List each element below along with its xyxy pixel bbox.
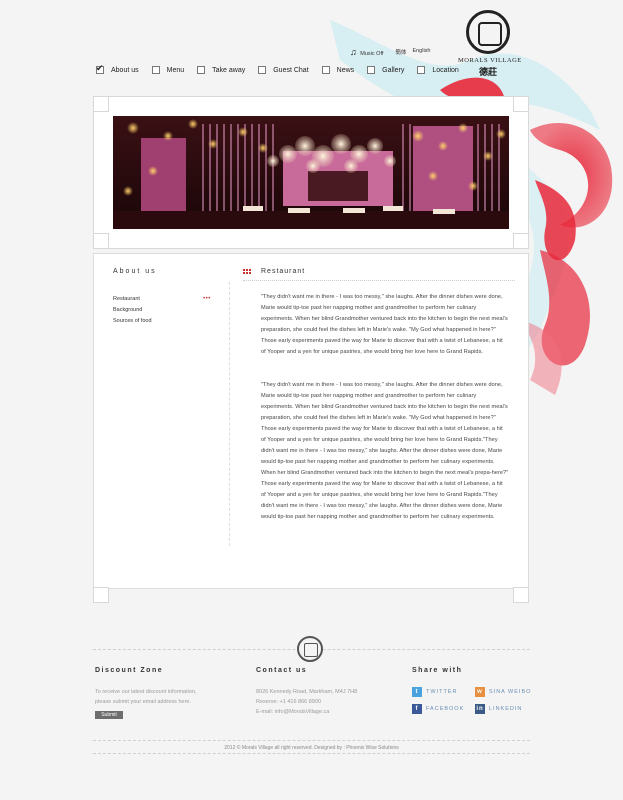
top-utility-bar: ♫ Music Off 簡体 English — [350, 47, 430, 57]
share-twitter[interactable]: t TWITTER — [412, 687, 457, 697]
body-paragraph: "They didn't want me in there - I was to… — [261, 382, 509, 520]
contact-info: 8026 Kennedy Road, Markham, M4J 7H8 Rese… — [256, 687, 357, 717]
frame-corner — [93, 587, 109, 603]
linkedin-icon: in — [475, 704, 485, 714]
sidebar-title: About us — [113, 268, 157, 275]
contact-us-title: Contact us — [256, 667, 308, 674]
discount-text: To receive our latest discount informati… — [95, 687, 197, 707]
nav-item-gallery[interactable]: Gallery — [367, 66, 404, 74]
nav-item-about-us[interactable]: About us — [96, 63, 139, 74]
discount-text-line: please submit your email address here. — [95, 699, 191, 705]
weibo-icon: w — [475, 687, 485, 697]
section-title: Restaurant — [261, 268, 306, 275]
checkbox-icon — [151, 66, 160, 74]
contact-email[interactable]: E-mail: info@MoralsVillage.ca — [256, 707, 357, 717]
twitter-icon: t — [412, 687, 422, 697]
language-switcher: 簡体 English — [395, 48, 430, 56]
share-with-title: Share with — [412, 667, 463, 674]
restaurant-interior-photo — [113, 116, 509, 229]
checkbox-icon — [417, 66, 426, 74]
nav-label: News — [336, 66, 355, 74]
footer-divider — [93, 740, 530, 741]
lang-chinese-link[interactable]: 簡体 — [395, 48, 406, 56]
nav-item-menu[interactable]: Menu — [151, 66, 185, 74]
share-label: SINA WEIBO — [489, 689, 532, 695]
share-label: FACEBOOK — [426, 706, 465, 712]
footer-divider — [93, 753, 530, 754]
submit-button[interactable]: Submit — [95, 711, 123, 719]
checkbox-icon — [258, 66, 267, 74]
nav-label: Gallery — [382, 66, 405, 74]
nav-label: Guest Chat — [273, 66, 309, 74]
share-label: TWITTER — [426, 689, 458, 695]
discount-text-line: To receive our latest discount informati… — [95, 689, 197, 695]
contact-phone: Reserve: +1 416 866 8900 — [256, 699, 321, 705]
lang-english-link[interactable]: English — [412, 48, 430, 56]
checkbox-icon — [321, 66, 330, 74]
checkbox-checked-icon — [96, 63, 104, 74]
nav-item-location[interactable]: Location — [417, 66, 459, 74]
nav-label: Location — [432, 66, 459, 74]
discount-zone-title: Discount Zone — [95, 667, 164, 674]
nav-label: About us — [111, 66, 139, 74]
body-paragraph: "They didn't want me in there - I was to… — [261, 294, 508, 355]
copyright-text: 2012 © Morals Village all right reserved… — [224, 745, 399, 751]
nav-label: Menu — [166, 66, 185, 74]
column-divider — [229, 282, 230, 546]
share-sina-weibo[interactable]: w SINA WEIBO — [475, 687, 531, 697]
frame-corner — [93, 233, 109, 249]
sidebar-item-sources-of-food[interactable]: Sources of food — [113, 318, 152, 329]
nav-label: Take away — [212, 66, 246, 74]
share-linkedin[interactable]: in LINKEDIN — [475, 704, 522, 714]
sidebar-item-background[interactable]: Background — [113, 307, 152, 318]
active-item-dots-icon: ••• — [203, 296, 211, 302]
nav-item-take-away[interactable]: Take away — [197, 66, 245, 74]
frame-corner — [513, 587, 529, 603]
contact-address: 8026 Kennedy Road, Markham, M4J 7H8 — [256, 689, 358, 695]
seal-logo-icon — [466, 10, 510, 54]
checkbox-icon — [197, 66, 206, 74]
section-grid-icon — [243, 269, 252, 275]
footer-seal-icon — [297, 636, 323, 662]
frame-corner — [513, 96, 529, 112]
share-facebook[interactable]: f FACEBOOK — [412, 704, 464, 714]
nav-item-news[interactable]: News — [321, 66, 355, 74]
facebook-icon: f — [412, 704, 422, 714]
checkbox-icon — [367, 66, 376, 74]
sidebar-links: Restaurant Background Sources of food — [113, 296, 152, 329]
share-label: LINKEDIN — [489, 706, 523, 712]
logo-name: MORALS VILLAGE — [458, 57, 522, 64]
sidebar-item-restaurant[interactable]: Restaurant — [113, 296, 152, 307]
music-note-icon: ♫ — [350, 47, 357, 57]
music-toggle-label: Music Off — [360, 51, 384, 57]
frame-corner — [93, 96, 109, 112]
section-divider — [243, 280, 515, 281]
nav-item-guest-chat[interactable]: Guest Chat — [258, 66, 309, 74]
music-toggle[interactable]: ♫ Music Off — [350, 47, 383, 57]
frame-corner — [513, 233, 529, 249]
main-nav: About us Menu Take away Guest Chat News … — [96, 63, 472, 74]
